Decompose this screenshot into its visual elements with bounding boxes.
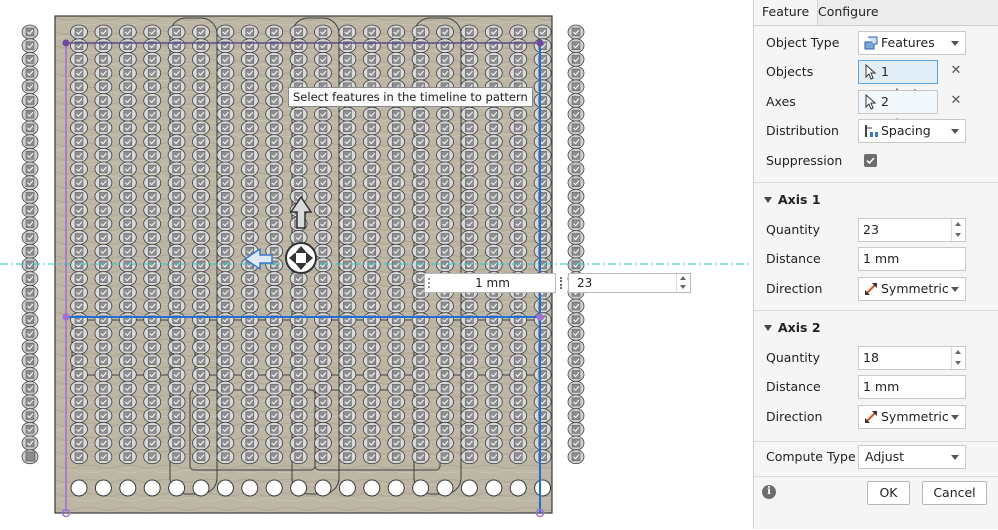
stepper-down-icon[interactable] — [680, 285, 686, 289]
axis2-distance-row: Distance 1 mm — [754, 372, 998, 402]
drag-handle-icon[interactable] — [428, 278, 433, 288]
distance-input[interactable]: 1 mm — [424, 273, 556, 293]
axis2-distance-input[interactable]: 1 mm — [858, 375, 966, 399]
drag-handle-icon[interactable] — [560, 277, 565, 289]
axis1-title: Axis 1 — [778, 192, 821, 207]
axis2-direction-label: Direction — [766, 409, 823, 424]
object-type-dropdown[interactable]: Features — [858, 31, 966, 55]
objects-selector[interactable]: 1 select... — [858, 60, 938, 101]
axis2-direction-row: Direction Symmetric — [754, 402, 998, 432]
stepper-down-icon[interactable] — [955, 233, 961, 237]
distribution-row: Distribution Spacing — [754, 116, 998, 146]
compute-type-label: Compute Type — [766, 449, 856, 464]
clear-objects-icon[interactable]: ✕ — [948, 63, 964, 79]
canvas-viewport[interactable]: Select features in the timeline to patte… — [0, 0, 752, 529]
axis2-section-header[interactable]: Axis 2 — [754, 310, 998, 345]
axis1-quantity-label: Quantity — [766, 222, 821, 237]
info-icon[interactable]: i — [762, 485, 776, 499]
stepper-up-icon[interactable] — [680, 276, 686, 280]
quantity-input-value: 23 — [577, 276, 593, 290]
distribution-label: Distribution — [766, 123, 839, 138]
chevron-down-icon — [951, 129, 959, 134]
model-view[interactable] — [0, 0, 752, 529]
cancel-button[interactable]: Cancel — [922, 481, 987, 505]
axes-selector[interactable]: 2 select... — [858, 90, 938, 131]
stepper-up-icon[interactable] — [955, 350, 961, 354]
objects-label: Objects — [766, 64, 814, 79]
panel-tabs: Feature Configure — [754, 0, 998, 26]
chevron-down-icon — [951, 455, 959, 460]
axis2-title: Axis 2 — [778, 320, 821, 335]
axis2-quantity-input[interactable]: 18 — [858, 346, 966, 370]
spacing-icon — [865, 125, 878, 137]
tab-configure[interactable]: Configure — [810, 0, 887, 24]
axis2-distance-label: Distance — [766, 379, 821, 394]
move-manipulator[interactable] — [285, 242, 317, 274]
quantity-stepper[interactable] — [676, 274, 690, 292]
object-type-row: Object Type Features — [754, 28, 998, 58]
axis1-quantity-input[interactable]: 23 — [858, 218, 966, 242]
feature-panel: Feature Configure Object Type Features O… — [753, 0, 998, 529]
distribution-value: Spacing — [881, 123, 931, 138]
axes-label: Axes — [766, 94, 796, 109]
axis1-direction-dropdown[interactable]: Symmetric — [858, 277, 966, 301]
axis1-direction-row: Direction Symmetric — [754, 274, 998, 304]
ok-button[interactable]: OK — [867, 481, 910, 505]
axis2-quantity-label: Quantity — [766, 350, 821, 365]
axis1-distance-value: 1 mm — [863, 251, 900, 266]
axis1-quantity-value: 23 — [863, 222, 879, 237]
symmetric-icon — [865, 411, 877, 423]
suppression-checkbox[interactable] — [864, 154, 877, 167]
chevron-down-icon — [951, 287, 959, 292]
compute-type-row: Compute Type Adjust — [754, 441, 998, 475]
axis2-quantity-value: 18 — [863, 350, 879, 365]
chevron-down-icon — [951, 415, 959, 420]
axis1-quantity-row: Quantity 23 — [754, 215, 998, 245]
suppression-row: Suppression — [754, 146, 998, 176]
tooltip-text: Select features in the timeline to patte… — [293, 90, 528, 104]
axes-row: Axes 2 select... ✕ — [754, 87, 998, 131]
axis2-quantity-row: Quantity 18 — [754, 343, 998, 373]
axis1-distance-input[interactable]: 1 mm — [858, 247, 966, 271]
quantity-input[interactable]: 23 — [568, 273, 691, 293]
stepper-up-icon[interactable] — [955, 222, 961, 226]
objects-row: Objects 1 select... ✕ — [754, 57, 998, 101]
cursor-select-icon — [865, 64, 877, 80]
tooltip: Select features in the timeline to patte… — [288, 87, 533, 107]
panel-footer: i OK Cancel — [754, 476, 998, 530]
axis1-quantity-stepper[interactable] — [951, 219, 965, 241]
distribution-dropdown[interactable]: Spacing — [858, 119, 966, 143]
cursor-select-icon — [865, 94, 877, 110]
object-type-label: Object Type — [766, 35, 840, 50]
features-icon — [864, 36, 878, 50]
axis1-distance-row: Distance 1 mm — [754, 244, 998, 274]
axis2-quantity-stepper[interactable] — [951, 347, 965, 369]
object-type-value: Features — [881, 35, 935, 50]
compute-type-dropdown[interactable]: Adjust — [858, 445, 966, 469]
axis1-section-header[interactable]: Axis 1 — [754, 182, 998, 217]
axis1-distance-label: Distance — [766, 251, 821, 266]
collapse-triangle-icon[interactable] — [764, 197, 772, 203]
checkmark-icon — [866, 157, 875, 165]
axis1-direction-value: Symmetric — [881, 281, 949, 296]
clear-axes-icon[interactable]: ✕ — [948, 93, 964, 109]
symmetric-icon — [865, 283, 877, 295]
compute-type-value: Adjust — [865, 449, 905, 464]
suppression-label: Suppression — [766, 153, 843, 168]
axis2-direction-dropdown[interactable]: Symmetric — [858, 405, 966, 429]
axis2-direction-value: Symmetric — [881, 409, 949, 424]
tab-feature[interactable]: Feature — [754, 0, 819, 25]
collapse-triangle-icon[interactable] — [764, 325, 772, 331]
distance-input-value: 1 mm — [475, 276, 510, 290]
stepper-down-icon[interactable] — [955, 361, 961, 365]
axis2-distance-value: 1 mm — [863, 379, 900, 394]
axis1-direction-label: Direction — [766, 281, 823, 296]
chevron-down-icon — [951, 41, 959, 46]
